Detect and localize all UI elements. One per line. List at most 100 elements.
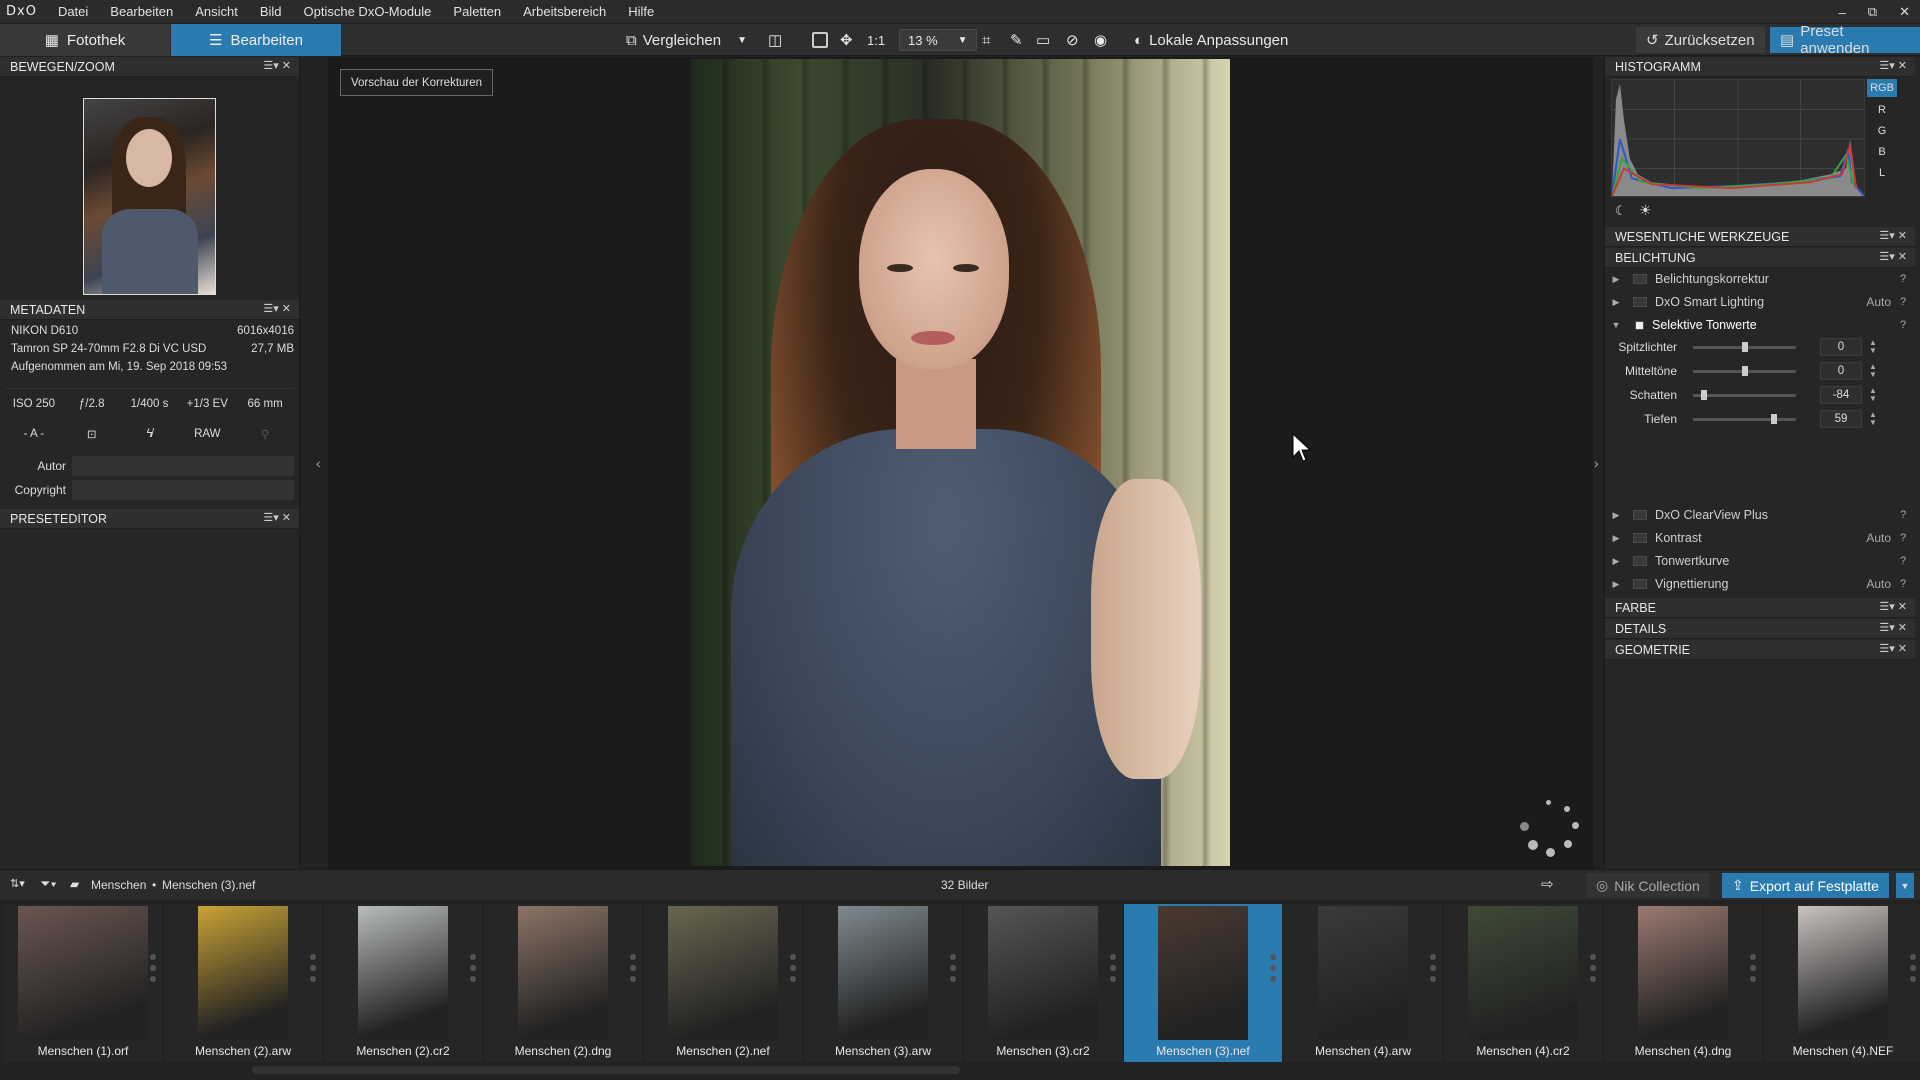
panel-options-icon[interactable]: ☰▾ ✕ bbox=[1879, 59, 1907, 72]
eyedropper-button[interactable]: ✎ bbox=[1010, 28, 1023, 52]
help-icon[interactable]: ? bbox=[1891, 509, 1915, 521]
slider-track[interactable] bbox=[1693, 341, 1796, 352]
slider-track[interactable] bbox=[1693, 389, 1796, 400]
slider-track[interactable] bbox=[1693, 365, 1796, 376]
compare-button[interactable]: ⧉ Vergleichen ▼ bbox=[626, 28, 747, 52]
help-icon[interactable]: ? bbox=[1891, 319, 1915, 331]
slider-spitzlichter[interactable]: Spitzlichter 0 ▲ ▼ bbox=[1605, 336, 1915, 358]
expand-arrow-icon[interactable]: ▶ bbox=[1609, 579, 1623, 590]
menu-bild[interactable]: Bild bbox=[249, 4, 293, 19]
collapse-left-icon[interactable]: ‹ bbox=[316, 455, 321, 471]
filmstrip-item[interactable]: Menschen (4).NEF bbox=[1764, 904, 1920, 1062]
panel-options-icon[interactable]: ☰▾ ✕ bbox=[1879, 250, 1907, 263]
spinner-arrows-icon[interactable]: ▲ ▼ bbox=[1869, 387, 1877, 403]
shadow-clipping-icon[interactable]: ☾ bbox=[1615, 203, 1627, 219]
copyright-input[interactable] bbox=[72, 480, 294, 500]
tool-enable-toggle[interactable] bbox=[1633, 556, 1647, 566]
channel-g[interactable]: G bbox=[1867, 122, 1897, 140]
tab-bearbeiten[interactable]: ☰ Bearbeiten bbox=[171, 24, 341, 56]
filmstrip-item[interactable]: Menschen (3).arw bbox=[804, 904, 962, 1062]
help-icon[interactable]: ? bbox=[1891, 273, 1915, 285]
tool-vignetting[interactable]: ▶ Vignettierung Auto ? bbox=[1605, 573, 1915, 595]
help-icon[interactable]: ? bbox=[1891, 555, 1915, 567]
highlight-clipping-icon[interactable]: ☀ bbox=[1639, 202, 1652, 219]
close-button[interactable]: ✕ bbox=[1899, 4, 1910, 20]
tool-contrast[interactable]: ▶ Kontrast Auto ? bbox=[1605, 527, 1915, 549]
rating-dots[interactable] bbox=[950, 954, 958, 987]
panel-options-icon[interactable]: ☰▾ ✕ bbox=[263, 511, 291, 524]
spinner-arrows-icon[interactable]: ▲ ▼ bbox=[1869, 363, 1877, 379]
details-header[interactable]: DETAILS ☰▾ ✕ bbox=[1605, 619, 1915, 639]
rating-dots[interactable] bbox=[1910, 954, 1918, 987]
collapse-arrow-icon[interactable]: ▼ bbox=[1609, 320, 1623, 330]
sort-icon[interactable]: ⇅▾ bbox=[10, 877, 25, 890]
tool-enable-toggle[interactable] bbox=[1635, 320, 1644, 330]
menu-ansicht[interactable]: Ansicht bbox=[184, 4, 249, 19]
menu-paletten[interactable]: Paletten bbox=[442, 4, 512, 19]
reset-button[interactable]: ↺ Zurücksetzen bbox=[1636, 27, 1765, 53]
filter-icon[interactable]: ⏷▾ bbox=[40, 876, 57, 892]
one-to-one-button[interactable]: 1:1 bbox=[867, 28, 885, 52]
tool-enable-toggle[interactable] bbox=[1633, 579, 1647, 589]
menu-optische-module[interactable]: Optische DxO-Module bbox=[293, 4, 443, 19]
slider-tiefen[interactable]: Tiefen 59 ▲ ▼ bbox=[1605, 408, 1915, 430]
split-view-button[interactable]: ◫ bbox=[768, 28, 782, 52]
slider-handle[interactable] bbox=[1770, 413, 1777, 424]
rating-dots[interactable] bbox=[1270, 954, 1278, 987]
expand-arrow-icon[interactable]: ▶ bbox=[1609, 510, 1623, 521]
tab-fotothek[interactable]: ▦ Fotothek bbox=[0, 24, 170, 56]
navigator-thumbnail[interactable] bbox=[83, 98, 216, 295]
panel-options-icon[interactable]: ☰▾ ✕ bbox=[1879, 600, 1907, 613]
panel-options-icon[interactable]: ☰▾ ✕ bbox=[1879, 229, 1907, 242]
filmstrip-item[interactable]: Menschen (2).arw bbox=[164, 904, 322, 1062]
filmstrip-item[interactable]: Menschen (2).cr2 bbox=[324, 904, 482, 1062]
expand-arrow-icon[interactable]: ▶ bbox=[1609, 533, 1623, 544]
tool-enable-toggle[interactable] bbox=[1633, 533, 1647, 543]
repair-button[interactable]: ⊘ bbox=[1066, 28, 1079, 52]
expand-arrow-icon[interactable]: ▶ bbox=[1609, 274, 1623, 285]
slider-track[interactable] bbox=[1693, 413, 1796, 424]
horizon-button[interactable]: ▭ bbox=[1036, 28, 1050, 52]
channel-b[interactable]: B bbox=[1867, 143, 1897, 161]
slider-value-input[interactable]: -84 bbox=[1820, 386, 1862, 404]
geometry-header[interactable]: GEOMETRIE ☰▾ ✕ bbox=[1605, 640, 1915, 660]
tool-enable-toggle[interactable] bbox=[1633, 274, 1647, 284]
channel-rgb[interactable]: RGB bbox=[1867, 79, 1897, 97]
exposure-header[interactable]: BELICHTUNG ☰▾ ✕ bbox=[1605, 248, 1915, 268]
rating-dots[interactable] bbox=[310, 954, 318, 987]
spinner-arrows-icon[interactable]: ▲ ▼ bbox=[1869, 339, 1877, 355]
fit-screen-button[interactable] bbox=[812, 28, 828, 52]
filmstrip-item[interactable]: Menschen (4).cr2 bbox=[1444, 904, 1602, 1062]
metadata-header[interactable]: METADATEN ☰▾ ✕ bbox=[0, 300, 299, 320]
breadcrumb-folder[interactable]: Menschen bbox=[91, 878, 146, 892]
filmstrip-item[interactable]: Menschen (2).dng bbox=[484, 904, 642, 1062]
pan-button[interactable]: ✥ bbox=[840, 28, 853, 52]
minimize-button[interactable]: – bbox=[1839, 5, 1846, 20]
panel-options-icon[interactable]: ☰▾ ✕ bbox=[263, 59, 291, 72]
expand-arrow-icon[interactable]: ▶ bbox=[1609, 556, 1623, 567]
filmstrip-item[interactable]: Menschen (4).arw bbox=[1284, 904, 1442, 1062]
rating-dots[interactable] bbox=[1750, 954, 1758, 987]
rating-dots[interactable] bbox=[1590, 954, 1598, 987]
filmstrip-scrollbar[interactable] bbox=[252, 1066, 960, 1074]
tool-tone-curve[interactable]: ▶ Tonwertkurve ? bbox=[1605, 550, 1915, 572]
slider-value-input[interactable]: 0 bbox=[1820, 338, 1862, 356]
menu-arbeitsbereich[interactable]: Arbeitsbereich bbox=[512, 4, 617, 19]
filmstrip-item[interactable]: Menschen (3).nef bbox=[1124, 904, 1282, 1062]
nik-collection-button[interactable]: ◎ Nik Collection bbox=[1586, 873, 1710, 898]
menu-bearbeiten[interactable]: Bearbeiten bbox=[99, 4, 184, 19]
rating-dots[interactable] bbox=[1110, 954, 1118, 987]
tool-smart-lighting[interactable]: ▶ DxO Smart Lighting Auto ? bbox=[1605, 291, 1915, 313]
main-photo[interactable] bbox=[691, 59, 1230, 866]
tool-enable-toggle[interactable] bbox=[1633, 297, 1647, 307]
filmstrip-item[interactable]: Menschen (4).dng bbox=[1604, 904, 1762, 1062]
maximize-button[interactable]: ⧉ bbox=[1868, 4, 1877, 20]
panel-options-icon[interactable]: ☰▾ ✕ bbox=[263, 302, 291, 315]
rating-dots[interactable] bbox=[1430, 954, 1438, 987]
slider-mitteltöne[interactable]: Mitteltöne 0 ▲ ▼ bbox=[1605, 360, 1915, 382]
export-dropdown-icon[interactable]: ▼ bbox=[1896, 873, 1914, 898]
apply-preset-button[interactable]: ▤ Preset anwenden bbox=[1770, 23, 1920, 57]
rating-dots[interactable] bbox=[150, 954, 158, 987]
rating-dots[interactable] bbox=[790, 954, 798, 987]
slider-handle[interactable] bbox=[1741, 365, 1748, 376]
